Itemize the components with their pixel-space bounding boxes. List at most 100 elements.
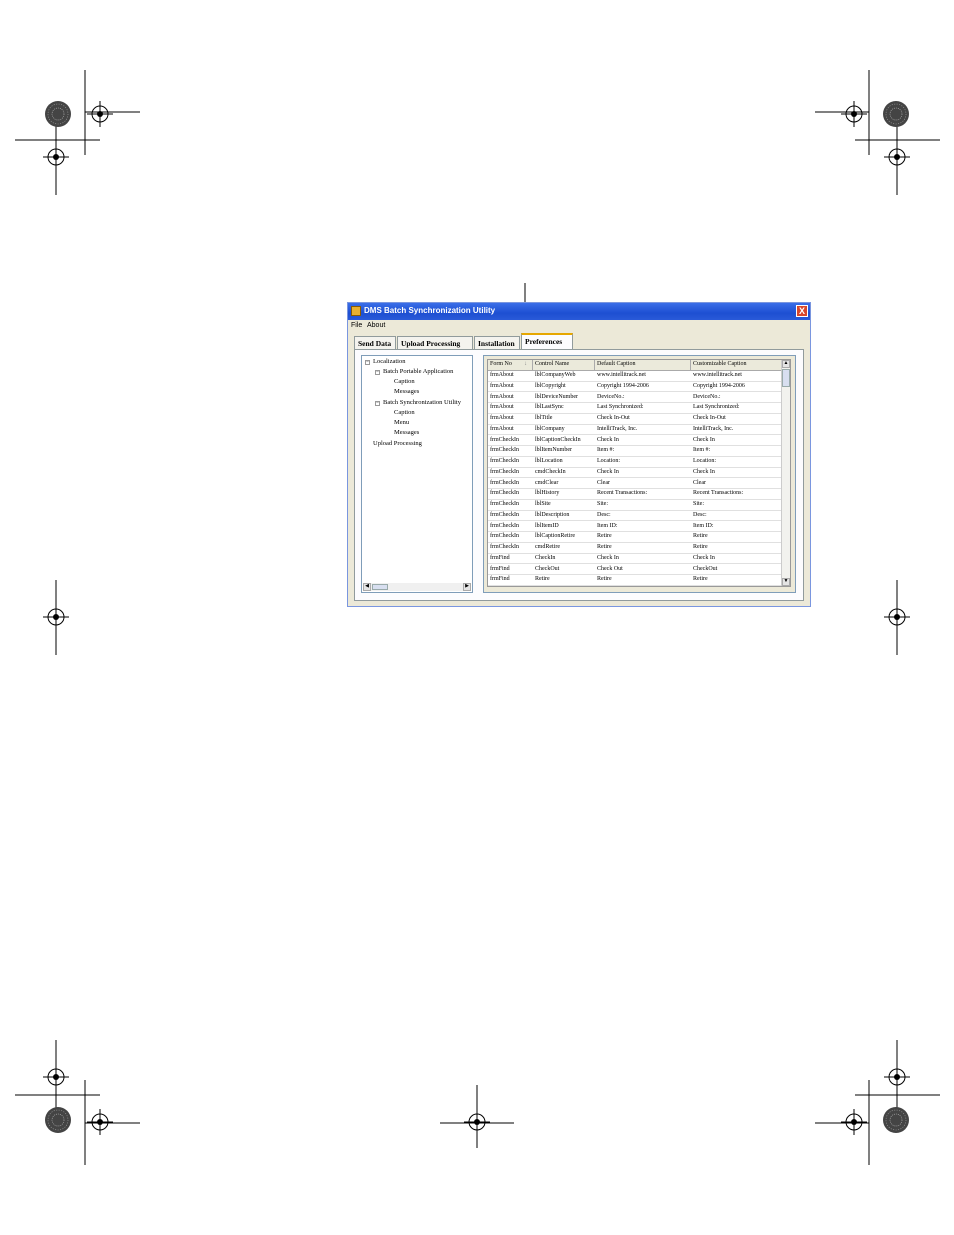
- cell-customizable-caption[interactable]: Location:: [693, 458, 716, 464]
- cell-customizable-caption[interactable]: Site:: [693, 501, 704, 507]
- caption-grid: Form No ↓ Control Name Default Caption C…: [487, 359, 791, 587]
- table-row[interactable]: frmCheckIn lblLocation Location: Location:: [488, 457, 788, 468]
- header-form-no[interactable]: Form No: [490, 361, 512, 367]
- cell-default-caption: Item ID:: [597, 522, 618, 529]
- table-row[interactable]: frmCheckIn cmdCheckIn Check In Check In: [488, 468, 788, 479]
- table-row[interactable]: frmCheckIn lblHistory Recent Transactions:…: [488, 489, 788, 500]
- cell-customizable-caption[interactable]: Clear: [693, 480, 706, 486]
- tab-installation[interactable]: Installation: [474, 336, 520, 349]
- cell-control-name: lblSite: [535, 501, 551, 507]
- sort-arrow-icon: ↓: [524, 361, 527, 367]
- cell-customizable-caption[interactable]: Check In-Out: [693, 415, 726, 421]
- cell-customizable-caption[interactable]: CheckOut: [693, 566, 717, 572]
- table-row[interactable]: frmCheckIn lblItemID Item ID: Item ID:: [488, 522, 788, 533]
- cell-customizable-caption[interactable]: Retire: [693, 544, 708, 550]
- collapse-icon[interactable]: −: [365, 360, 370, 365]
- cell-customizable-caption[interactable]: IntelliTrack, Inc.: [693, 426, 733, 432]
- cell-customizable-caption[interactable]: Desc:: [693, 512, 707, 518]
- scroll-right-icon[interactable]: ▶: [463, 583, 471, 591]
- tree-horizontal-scrollbar[interactable]: ◀ ▶: [363, 583, 471, 591]
- cell-customizable-caption[interactable]: www.intellitrack.net: [693, 372, 742, 378]
- cell-control-name: cmdClear: [535, 479, 559, 486]
- cell-control-name: lblCopyright: [535, 382, 566, 389]
- table-row[interactable]: frmAbout lblTitle Check In-Out Check In-Out: [488, 414, 788, 425]
- tree-item-menu[interactable]: Menu: [394, 419, 409, 426]
- scroll-thumb[interactable]: [372, 584, 388, 590]
- table-row[interactable]: frmAbout lblDeviceNumber DeviceNo.: DeviceN…: [488, 393, 788, 404]
- scroll-up-icon[interactable]: ▲: [782, 360, 790, 368]
- tab-upload-processing[interactable]: Upload Processing: [397, 336, 473, 349]
- cell-customizable-caption[interactable]: Item #:: [693, 447, 710, 453]
- tree-item-localization[interactable]: Localization: [373, 358, 405, 365]
- cell-default-caption: Last Synchronized:: [597, 404, 644, 411]
- caption-grid-frame: Form No ↓ Control Name Default Caption C…: [483, 355, 796, 593]
- header-customizable-caption[interactable]: Customizable Caption: [693, 361, 747, 367]
- cell-control-name: lblLastSync: [535, 404, 564, 411]
- table-row[interactable]: frmFind CheckIn Check In Check In: [488, 554, 788, 565]
- cell-form-no: frmAbout: [490, 382, 514, 389]
- cell-default-caption: Check In: [597, 436, 619, 443]
- table-row[interactable]: frmCheckIn lblCaptionRetire Retire Retire: [488, 532, 788, 543]
- cell-customizable-caption[interactable]: Check In: [693, 555, 715, 561]
- grid-vertical-scrollbar[interactable]: ▲ ▼: [781, 360, 790, 586]
- table-row[interactable]: frmFind CheckOut Check Out CheckOut: [488, 565, 788, 576]
- scroll-thumb[interactable]: [782, 369, 790, 387]
- window-title: DMS Batch Synchronization Utility: [364, 306, 496, 315]
- cell-customizable-caption[interactable]: Recent Transactions:: [693, 490, 743, 496]
- tab-preferences[interactable]: Preferences: [521, 333, 573, 349]
- scroll-left-icon[interactable]: ◀: [363, 583, 371, 591]
- collapse-icon[interactable]: −: [375, 370, 380, 375]
- header-control-name[interactable]: Control Name: [535, 361, 569, 367]
- collapse-icon[interactable]: −: [375, 401, 380, 406]
- cell-customizable-caption[interactable]: Retire: [693, 533, 708, 539]
- tree-item-batch-synchronization-utility[interactable]: Batch Synchronization Utility: [383, 399, 461, 406]
- cell-customizable-caption[interactable]: DeviceNo.:: [693, 394, 721, 400]
- table-row[interactable]: frmFind Retire Retire Retire: [488, 575, 788, 586]
- cell-control-name: CheckIn: [535, 554, 556, 561]
- cell-customizable-caption[interactable]: Item ID:: [693, 523, 714, 529]
- table-row[interactable]: frmAbout lblLastSync Last Synchronized: Las…: [488, 403, 788, 414]
- grid-header: Form No ↓ Control Name Default Caption C…: [488, 360, 788, 371]
- cell-default-caption: DeviceNo.:: [597, 393, 625, 400]
- localization-tree: − Localization − Batch Portable Applicat…: [361, 355, 473, 593]
- cell-customizable-caption[interactable]: Check In: [693, 437, 715, 443]
- cell-customizable-caption[interactable]: Copyright 1994-2006: [693, 383, 745, 389]
- tree-item-caption[interactable]: Caption: [394, 378, 415, 385]
- cell-form-no: frmCheckIn: [490, 458, 519, 464]
- scroll-down-icon[interactable]: ▼: [782, 578, 790, 586]
- cell-form-no: frmCheckIn: [490, 533, 519, 540]
- cell-default-caption: Recent Transactions:: [597, 490, 648, 497]
- cell-default-caption: www.intellitrack.net: [597, 372, 646, 378]
- tab-send-data[interactable]: Send Data: [354, 336, 396, 349]
- table-row[interactable]: frmCheckIn lblItemNumber Item #: Item #:: [488, 446, 788, 457]
- cell-customizable-caption[interactable]: Retire: [693, 576, 708, 582]
- table-row[interactable]: frmCheckIn lblCaptionCheckIn Check In Check…: [488, 436, 788, 447]
- table-row[interactable]: frmAbout lblCopyright Copyright 1994-2006 C…: [488, 382, 788, 393]
- cell-control-name: lblHistory: [535, 490, 560, 497]
- cell-control-name: lblItemID: [535, 522, 559, 529]
- tree-item-messages[interactable]: Messages: [394, 429, 419, 436]
- cell-form-no: frmCheckIn: [490, 501, 519, 507]
- title-bar[interactable]: DMS Batch Synchronization Utility X: [348, 303, 810, 320]
- tree-item-messages[interactable]: Messages: [394, 388, 419, 395]
- table-row[interactable]: frmAbout lblCompany IntelliTrack, Inc. Inte…: [488, 425, 788, 436]
- table-row[interactable]: frmCheckIn lblSite Site: Site:: [488, 500, 788, 511]
- table-row[interactable]: frmCheckIn cmdRetire Retire Retire: [488, 543, 788, 554]
- cell-form-no: frmCheckIn: [490, 511, 519, 518]
- registration-marks: [15, 70, 940, 1165]
- cell-form-no: frmCheckIn: [490, 544, 519, 550]
- table-row[interactable]: frmCheckIn lblDescription Desc: Desc:: [488, 511, 788, 522]
- menu-file[interactable]: File: [351, 322, 362, 329]
- tree-item-upload-processing[interactable]: Upload Processing: [373, 440, 422, 447]
- header-default-caption[interactable]: Default Caption: [597, 361, 636, 367]
- menu-about[interactable]: About: [367, 322, 385, 329]
- cell-control-name: lblDeviceNumber: [535, 393, 578, 400]
- cell-control-name: lblDescription: [535, 511, 570, 518]
- cell-customizable-caption[interactable]: Last Synchronized:: [693, 404, 740, 410]
- cell-customizable-caption[interactable]: Check In: [693, 469, 715, 475]
- tree-item-caption[interactable]: Caption: [394, 409, 415, 416]
- close-button[interactable]: X: [796, 305, 808, 317]
- table-row[interactable]: frmAbout lblCompanyWeb www.intellitrack.ne…: [488, 371, 788, 382]
- tree-item-batch-portable-application[interactable]: Batch Portable Application: [383, 368, 453, 375]
- table-row[interactable]: frmCheckIn cmdClear Clear Clear: [488, 479, 788, 490]
